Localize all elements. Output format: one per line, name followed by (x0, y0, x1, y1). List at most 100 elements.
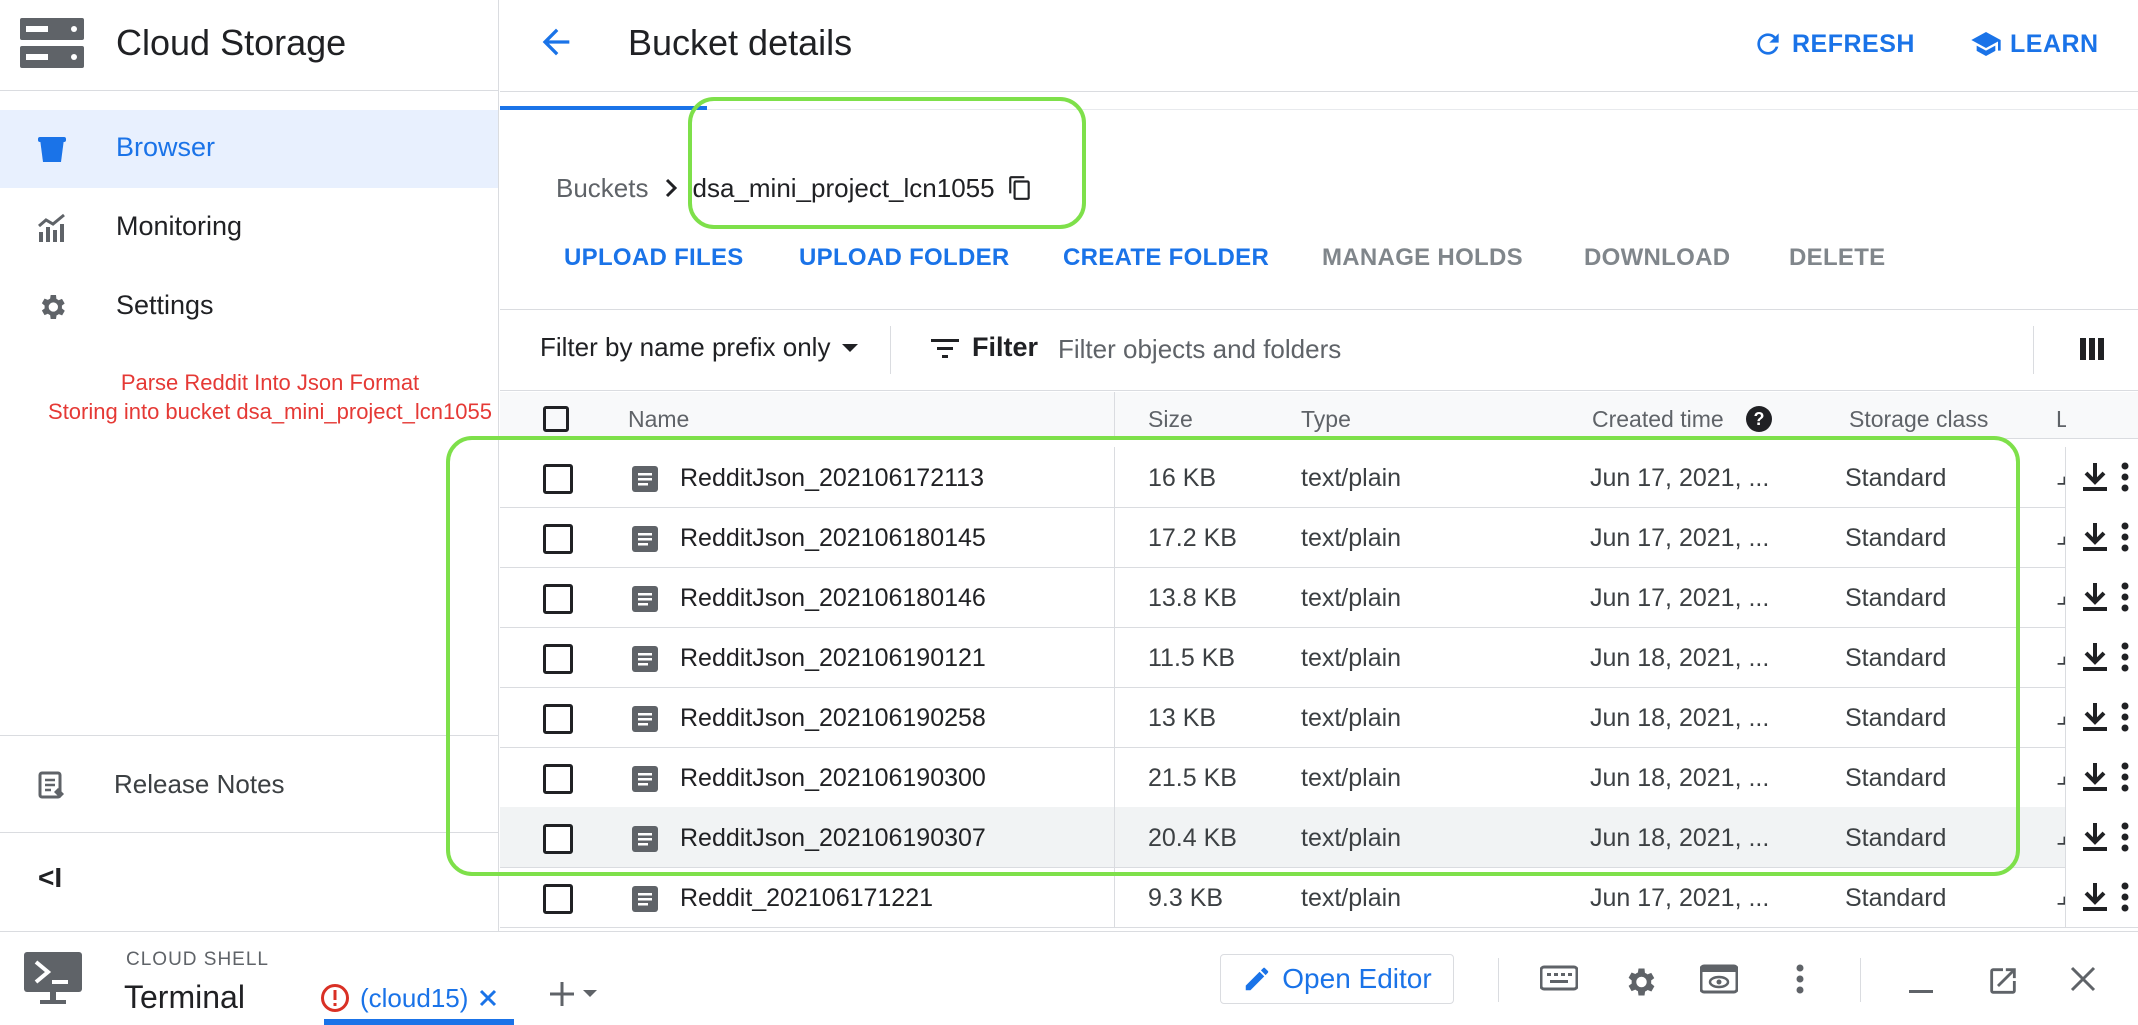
sidebar-item-browser[interactable]: Browser (0, 110, 498, 188)
row-actions (2065, 627, 2138, 687)
refresh-icon (1752, 28, 1784, 60)
column-header-created[interactable]: Created time (1592, 406, 1724, 433)
sidebar-item-settings[interactable]: Settings (0, 268, 498, 346)
release-notes-icon (36, 770, 66, 800)
created-time: Jun 17, 2021, ... (1590, 884, 1770, 912)
learn-button[interactable]: LEARN (1970, 24, 2099, 64)
annotation-text: Parse Reddit Into Json Format Storing in… (20, 368, 520, 426)
column-divider (1114, 392, 1115, 438)
filter-objects-input[interactable] (1058, 326, 1858, 372)
column-header-name[interactable]: Name (628, 406, 689, 433)
breadcrumb-buckets-link[interactable]: Buckets (556, 173, 649, 204)
refresh-label: REFRESH (1792, 29, 1915, 58)
bucket-name-highlight (688, 97, 1086, 229)
download-icon[interactable] (2080, 881, 2110, 913)
download-icon[interactable] (2080, 461, 2110, 493)
row-actions (2065, 507, 2138, 567)
dropdown-arrow-icon (840, 342, 860, 354)
row-checkbox[interactable] (543, 884, 573, 914)
open-in-new-window-icon[interactable] (1986, 964, 2020, 998)
dropdown-arrow-icon (582, 989, 598, 999)
download-icon[interactable] (2080, 641, 2110, 673)
upload-folder-button[interactable]: UPLOAD FOLDER (799, 244, 1010, 272)
refresh-button[interactable]: REFRESH (1752, 24, 1915, 64)
chart-icon (36, 212, 68, 244)
bucket-icon (36, 133, 68, 165)
toolbar-divider (1860, 958, 1861, 1002)
filter-divider (890, 326, 891, 374)
terminal-tab-indicator (324, 1019, 514, 1025)
table-header: Name Size Type Created time ? Storage cl… (500, 392, 2138, 439)
select-all-checkbox[interactable] (543, 406, 569, 432)
filter-mode-dropdown[interactable]: Filter by name prefix only (540, 332, 860, 363)
column-header-type[interactable]: Type (1301, 406, 1351, 433)
column-divider (1114, 867, 1115, 927)
open-editor-label: Open Editor (1282, 963, 1432, 994)
file-size: 9.3 KB (1148, 884, 1224, 912)
row-actions (2065, 867, 2138, 927)
filter-mode-label: Filter by name prefix only (540, 332, 831, 362)
back-arrow-icon[interactable] (536, 22, 576, 62)
more-vert-icon[interactable] (2120, 702, 2130, 732)
sidebar-item-release-notes[interactable]: Release Notes (0, 735, 498, 833)
product-title: Cloud Storage (116, 22, 347, 63)
annotation-line-1: Parse Reddit Into Json Format (120, 370, 420, 395)
filter-divider (2033, 326, 2034, 374)
table-row[interactable]: Reddit_202106171221 9.3 KB text/plain Ju… (500, 867, 2138, 928)
sidebar-item-label: Settings (116, 290, 214, 320)
page-title: Bucket details (628, 22, 853, 63)
download-icon[interactable] (2080, 581, 2110, 613)
create-folder-button[interactable]: CREATE FOLDER (1063, 244, 1269, 272)
help-icon[interactable]: ? (1745, 405, 1773, 433)
page-header: Bucket details REFRESH LEARN (500, 0, 2138, 92)
file-name-link[interactable]: Reddit_202106171221 (680, 884, 933, 913)
column-header-storage-class[interactable]: Storage class (1849, 406, 1988, 433)
more-vert-icon[interactable] (2120, 462, 2130, 492)
terminal-title: Terminal (124, 979, 245, 1015)
upload-files-button[interactable]: UPLOAD FILES (564, 244, 744, 272)
download-icon[interactable] (2080, 821, 2110, 853)
collapse-sidebar-button[interactable]: <I (38, 862, 62, 894)
keyboard-icon[interactable] (1540, 964, 1578, 992)
row-actions (2065, 687, 2138, 747)
column-display-icon[interactable] (2078, 335, 2106, 363)
more-vert-icon[interactable] (2120, 822, 2130, 852)
web-preview-icon[interactable] (1700, 964, 1738, 994)
download-icon[interactable] (2080, 701, 2110, 733)
more-vert-icon[interactable] (1795, 964, 1805, 994)
terminal-tab[interactable]: (cloud15) (320, 978, 498, 1018)
more-vert-icon[interactable] (2120, 582, 2130, 612)
sidebar-item-monitoring[interactable]: Monitoring (0, 189, 498, 267)
row-actions (2065, 807, 2138, 867)
row-actions (2065, 447, 2138, 507)
more-vert-icon[interactable] (2120, 882, 2130, 912)
learn-label: LEARN (2010, 29, 2099, 58)
filter-icon (930, 336, 960, 360)
plus-icon (548, 980, 576, 1008)
toolbar-divider (1498, 958, 1499, 1002)
manage-holds-button[interactable]: MANAGE HOLDS (1322, 244, 1523, 272)
close-icon[interactable] (2068, 964, 2098, 994)
more-vert-icon[interactable] (2120, 522, 2130, 552)
column-header-size[interactable]: Size (1148, 406, 1193, 433)
files-highlight (446, 436, 2020, 876)
gear-icon (36, 291, 68, 323)
download-button[interactable]: DOWNLOAD (1584, 244, 1730, 272)
more-vert-icon[interactable] (2120, 762, 2130, 792)
open-editor-button[interactable]: Open Editor (1220, 954, 1454, 1004)
chevron-right-icon (663, 177, 681, 199)
delete-button[interactable]: DELETE (1789, 244, 1885, 272)
more-vert-icon[interactable] (2120, 642, 2130, 672)
close-tab-icon[interactable] (478, 988, 498, 1008)
annotation-line-2: Storing into bucket dsa_mini_project_lcn… (48, 399, 492, 424)
filter-label: Filter (972, 332, 1039, 362)
graduation-cap-icon (1970, 28, 2002, 60)
download-icon[interactable] (2080, 521, 2110, 553)
filter-button[interactable]: Filter (930, 332, 1038, 363)
add-terminal-button[interactable] (548, 980, 598, 1008)
tab-indicator (500, 106, 707, 110)
minimize-icon[interactable] (1907, 964, 1935, 994)
download-icon[interactable] (2080, 761, 2110, 793)
sidebar-item-label: Monitoring (116, 211, 243, 241)
gear-icon[interactable] (1622, 964, 1658, 1000)
